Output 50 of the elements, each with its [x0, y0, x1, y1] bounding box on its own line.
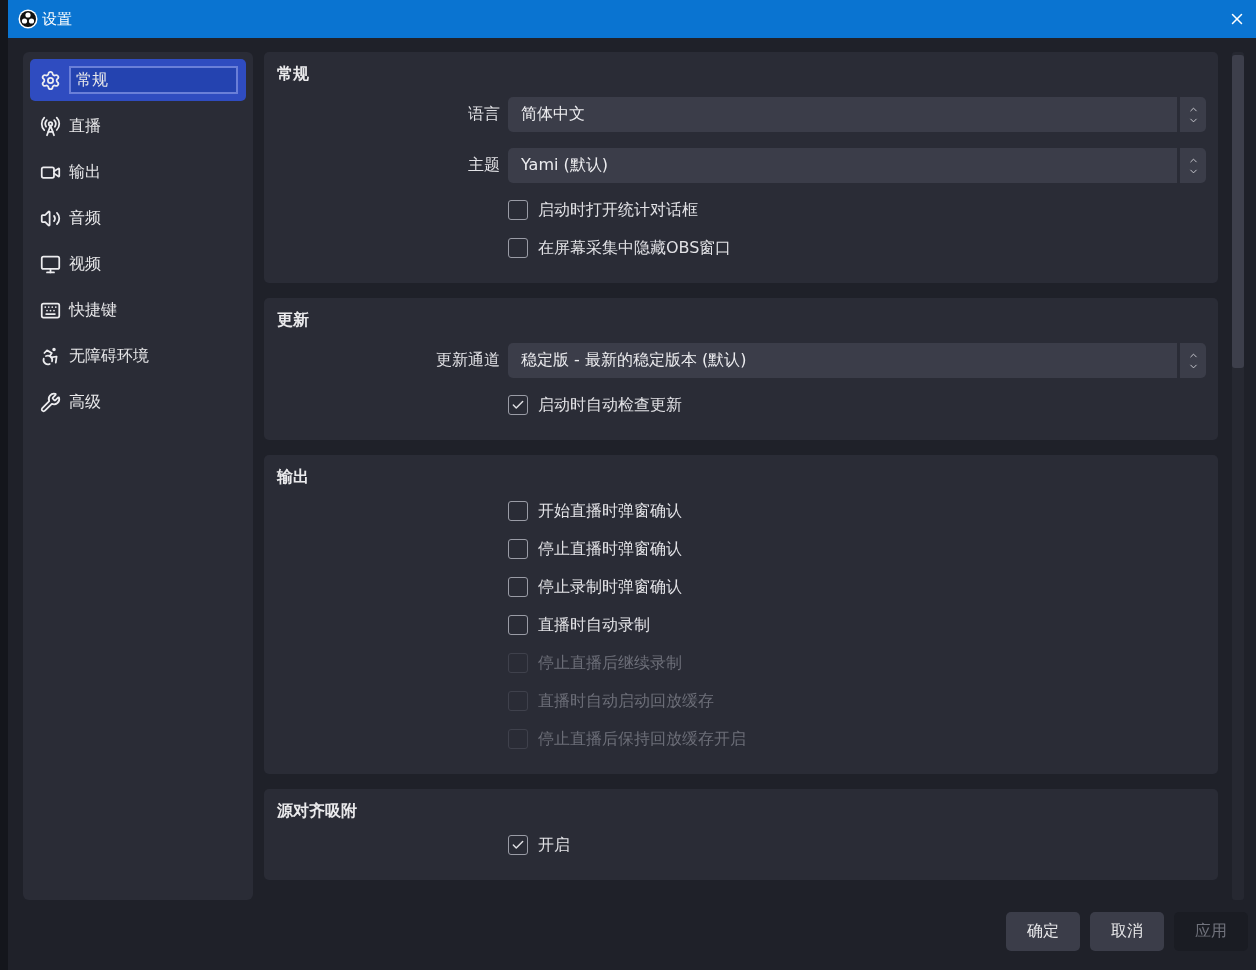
checkbox[interactable] [508, 835, 528, 855]
dialog-button[interactable]: 确定 [1006, 912, 1080, 951]
monitor-icon [40, 253, 61, 275]
dropdown[interactable]: Yami (默认) [508, 148, 1206, 183]
app-logo-icon [18, 9, 38, 29]
field-label: 更新通道 [435, 350, 500, 371]
checkbox[interactable] [508, 501, 528, 521]
dialog-button[interactable]: 取消 [1090, 912, 1164, 951]
field-label: 主题 [467, 155, 500, 176]
checkbox[interactable] [508, 615, 528, 635]
checkbox-label: 直播时自动录制 [538, 614, 650, 636]
checkbox-label: 启动时自动检查更新 [538, 394, 682, 416]
checkbox-label: 启动时打开统计对话框 [538, 199, 698, 221]
sidebar-item[interactable]: 常规 [30, 59, 246, 101]
checkbox-label: 停止直播后继续录制 [538, 652, 682, 674]
sidebar-item[interactable]: 视频 [30, 243, 246, 285]
checkbox-label: 停止录制时弹窗确认 [538, 576, 682, 598]
checkbox-label: 开启 [538, 834, 570, 856]
section-title: 输出 [277, 467, 310, 488]
dropdown[interactable]: 稳定版 - 最新的稳定版本 (默认) [508, 343, 1206, 378]
field-label: 语言 [467, 104, 500, 125]
check-icon [511, 838, 525, 852]
checkbox-label: 停止直播时弹窗确认 [538, 538, 682, 560]
section-title: 源对齐吸附 [277, 801, 358, 822]
dropdown[interactable]: 简体中文 [508, 97, 1206, 132]
checkbox-label: 停止直播后保持回放缓存开启 [538, 728, 746, 750]
checkbox[interactable] [508, 200, 528, 220]
checkbox-label: 在屏幕采集中隐藏OBS窗口 [538, 237, 732, 259]
checkbox-label: 直播时自动启动回放缓存 [538, 690, 714, 712]
checkbox[interactable] [508, 395, 528, 415]
checkbox[interactable] [508, 577, 528, 597]
checkbox-label: 开始直播时弹窗确认 [538, 500, 682, 522]
checkbox[interactable] [508, 539, 528, 559]
sidebar-item[interactable]: 快捷键 [30, 289, 246, 331]
window-title: 设置 [42, 9, 73, 29]
section-title: 更新 [277, 310, 310, 331]
settings-icon [40, 69, 61, 91]
scrollbar-thumb[interactable] [1232, 55, 1244, 368]
sidebar-item[interactable]: 无障碍环境 [30, 335, 246, 377]
sidebar-item[interactable]: 高级 [30, 381, 246, 423]
sidebar-item[interactable]: 输出 [30, 151, 246, 193]
tools-icon [40, 391, 61, 413]
antenna-icon [40, 115, 61, 137]
check-icon [511, 398, 525, 412]
sidebar-item[interactable]: 音频 [30, 197, 246, 239]
scrollbar[interactable] [1232, 52, 1244, 900]
section-title: 常规 [277, 64, 310, 85]
checkbox[interactable] [508, 238, 528, 258]
rename-field[interactable]: 常规 [69, 66, 238, 94]
sidebar-item[interactable]: 直播 [30, 105, 246, 147]
